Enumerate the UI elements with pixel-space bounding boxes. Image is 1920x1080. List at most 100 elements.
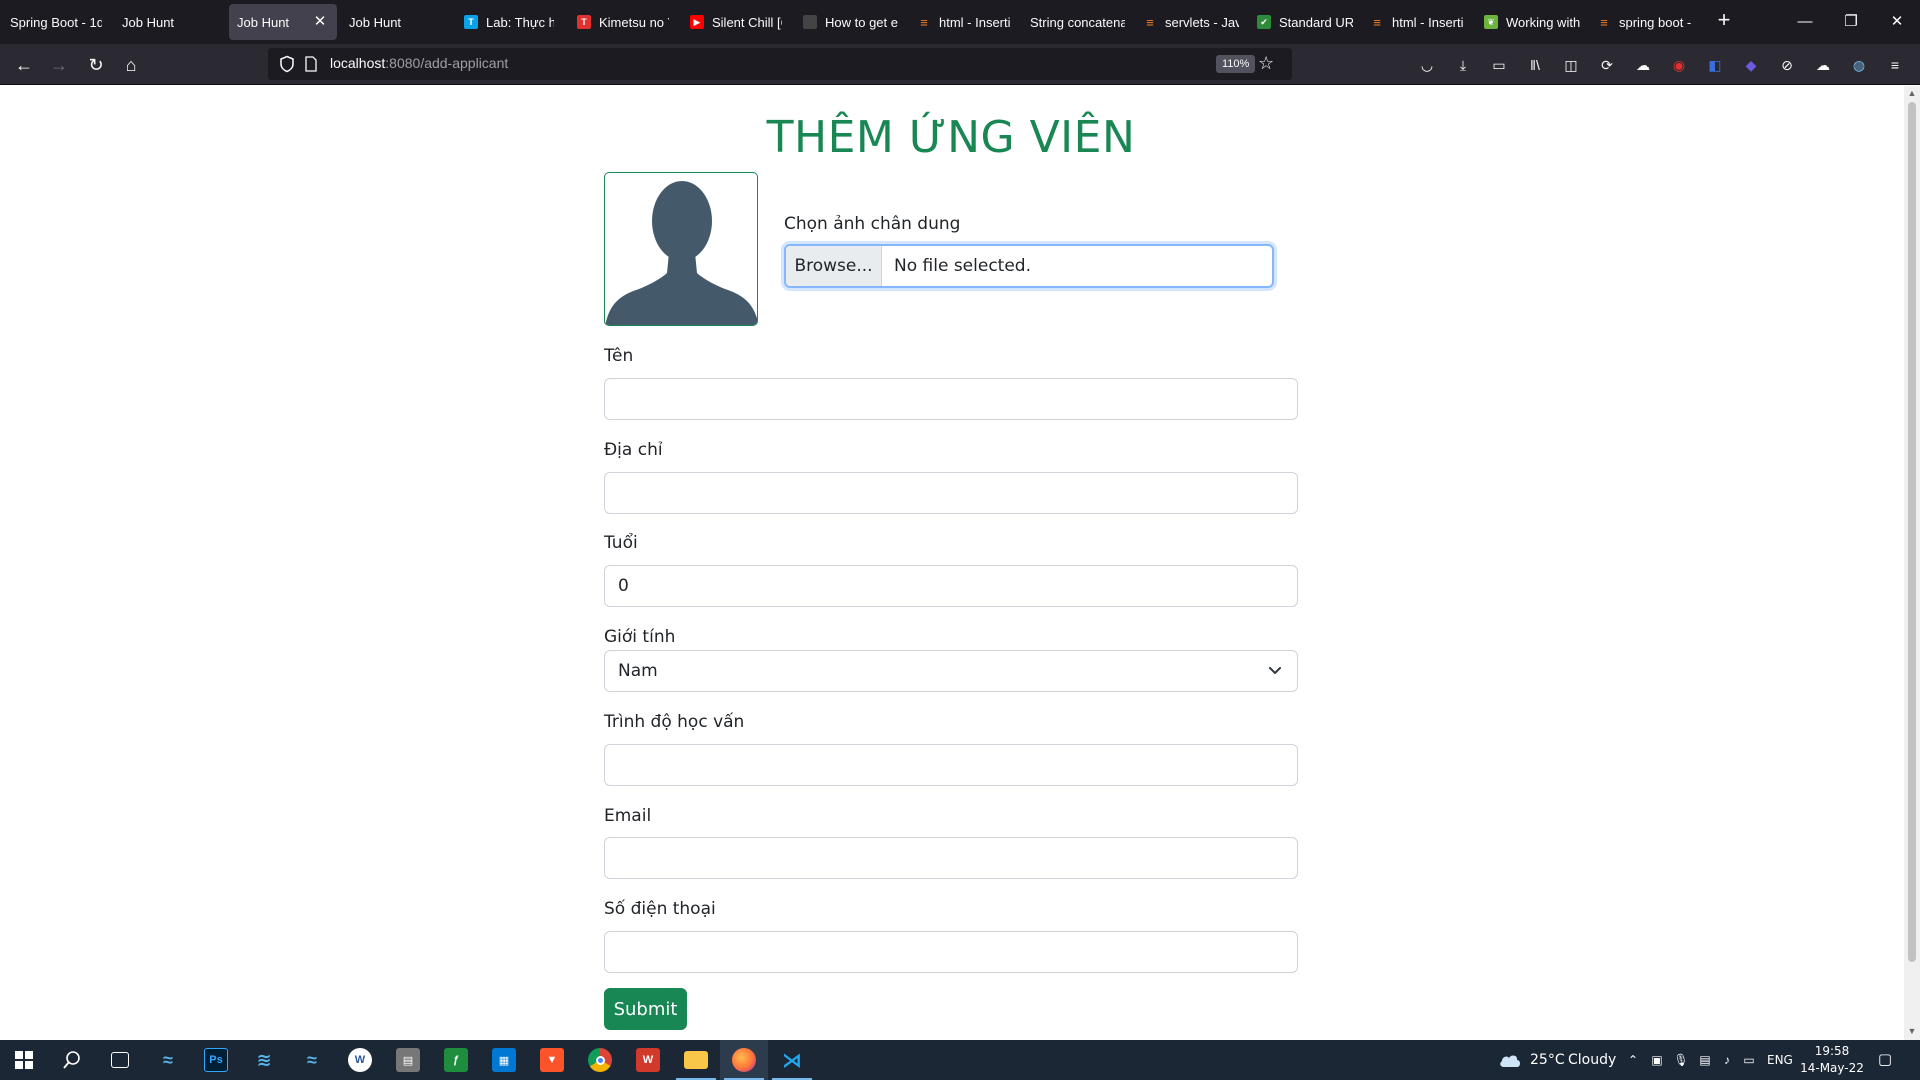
page-title: THÊM ỨNG VIÊN xyxy=(766,112,1136,163)
gender-select[interactable]: Nam xyxy=(604,650,1298,692)
weather-temp[interactable]: 25°C xyxy=(1530,1052,1565,1068)
browse-button[interactable]: Browse... xyxy=(786,246,882,286)
tab-html-inserting-1[interactable]: ≡ html - Inserti xyxy=(917,4,1011,40)
formula-glyph: ƒ xyxy=(444,1048,468,1072)
language-indicator[interactable]: ENG xyxy=(1767,1053,1793,1067)
restore-icon[interactable]: ❐ xyxy=(1836,8,1866,36)
page-scrollbar[interactable]: ▲ ▼ xyxy=(1904,86,1920,1040)
pocket-icon[interactable]: ◡ xyxy=(1418,56,1436,74)
microphone-icon[interactable]: 🎙︎ xyxy=(1673,1052,1689,1068)
clock[interactable]: 19:58 14-May-22 xyxy=(1800,1043,1864,1077)
name-input[interactable] xyxy=(604,378,1298,420)
tab-standard-url[interactable]: ✔ Standard URL xyxy=(1257,4,1353,40)
tab-title: Silent Chill [C xyxy=(712,14,782,30)
store-app-icon[interactable]: ▦ xyxy=(480,1040,528,1080)
ublock-icon[interactable]: ◉ xyxy=(1670,56,1688,74)
tray-keyboard-icon[interactable]: ▤ xyxy=(1697,1052,1713,1068)
scrollbar-thumb[interactable] xyxy=(1908,102,1916,962)
reload-icon[interactable]: ↻ xyxy=(84,53,108,77)
chrome-app-icon[interactable] xyxy=(576,1040,624,1080)
network-icon[interactable]: ▭ xyxy=(1741,1052,1757,1068)
address-input[interactable] xyxy=(604,472,1298,514)
page-icon xyxy=(305,56,317,72)
tab-title: How to get e xyxy=(825,14,898,30)
bookmark-star-icon[interactable]: ☆ xyxy=(1258,53,1274,74)
tab-how-to-get[interactable]: How to get e xyxy=(803,4,898,40)
tab-title: spring boot - xyxy=(1619,14,1692,30)
word-app-icon[interactable]: W xyxy=(336,1040,384,1080)
address-bar[interactable]: localhost:8080/add-applicant 110% ☆ xyxy=(268,48,1292,80)
tab-job-hunt-1[interactable]: Job Hunt xyxy=(122,4,212,40)
cloud-icon[interactable]: ☁ xyxy=(1814,56,1832,74)
tab-title: String concatenat xyxy=(1030,14,1125,30)
scroll-up-icon[interactable]: ▲ xyxy=(1907,88,1917,98)
zoom-indicator[interactable]: 110% xyxy=(1216,55,1256,73)
tab-title: html - Inserti xyxy=(1392,14,1464,30)
chevron-up-icon[interactable]: ⌃ xyxy=(1625,1052,1641,1068)
mysql-workbench-icon[interactable]: ≋ xyxy=(240,1040,288,1080)
word-glyph: W xyxy=(348,1048,372,1072)
library-icon[interactable]: ‖\ xyxy=(1526,56,1544,74)
portrait-file-input[interactable]: Browse... No file selected. xyxy=(784,244,1274,288)
close-window-icon[interactable]: ✕ xyxy=(1882,8,1912,36)
firefox-app-icon[interactable] xyxy=(720,1040,768,1080)
tab-lab[interactable]: T Lab: Thực hà xyxy=(464,4,554,40)
education-input[interactable] xyxy=(604,744,1298,786)
submit-button[interactable]: Submit xyxy=(604,988,687,1030)
volume-icon[interactable]: ♪ xyxy=(1719,1052,1735,1068)
sidebar-icon[interactable]: ◫ xyxy=(1562,56,1580,74)
home-icon[interactable]: ⌂ xyxy=(119,53,143,77)
tab-kimetsu[interactable]: T Kimetsu no Y xyxy=(577,4,669,40)
wps-app-icon[interactable]: W xyxy=(624,1040,672,1080)
tab-string-concat[interactable]: String concatenat xyxy=(1030,4,1125,40)
account-icon[interactable]: ◍ xyxy=(1850,56,1868,74)
email-label: Email xyxy=(604,806,652,826)
weather-desc[interactable]: Cloudy xyxy=(1568,1052,1616,1068)
tab-html-inserting-2[interactable]: ≡ html - Inserti xyxy=(1370,4,1466,40)
tab-working-with[interactable]: ❦ Working with xyxy=(1484,4,1580,40)
search-icon[interactable] xyxy=(48,1040,96,1080)
vpn-icon[interactable]: ⊘ xyxy=(1778,56,1796,74)
dolphin-app-icon[interactable]: ≈ xyxy=(144,1040,192,1080)
vscode-app-icon[interactable]: ⋊ xyxy=(768,1040,816,1080)
tab-spring-boot-so[interactable]: ≡ spring boot - xyxy=(1597,4,1693,40)
tab-silent-chill[interactable]: ▶ Silent Chill [C xyxy=(690,4,782,40)
brave-glyph: ▼ xyxy=(540,1048,564,1072)
menu-icon[interactable]: ≡ xyxy=(1886,56,1904,74)
url-text[interactable]: localhost:8080/add-applicant xyxy=(330,55,508,71)
back-icon[interactable]: ← xyxy=(12,53,36,77)
brave-app-icon[interactable]: ▼ xyxy=(528,1040,576,1080)
notification-icon[interactable]: ▢ xyxy=(1877,1052,1893,1068)
photoshop-icon[interactable]: Ps xyxy=(192,1040,240,1080)
tab-servlets[interactable]: ≡ servlets - Jav xyxy=(1143,4,1239,40)
extension-badge-icon[interactable]: ◆ xyxy=(1742,56,1760,74)
stackoverflow-icon: ≡ xyxy=(920,14,928,30)
tab-title: Standard URL xyxy=(1279,14,1353,30)
server-app-icon[interactable]: ▤ xyxy=(384,1040,432,1080)
screenshot-icon[interactable]: ▭ xyxy=(1490,56,1508,74)
minimize-icon[interactable]: — xyxy=(1790,8,1820,36)
photoshop-glyph: Ps xyxy=(204,1048,228,1072)
task-view-icon[interactable] xyxy=(96,1040,144,1080)
dolphin-2-app-icon[interactable]: ≈ xyxy=(288,1040,336,1080)
formula-app-icon[interactable]: ƒ xyxy=(432,1040,480,1080)
age-input[interactable]: 0 xyxy=(604,565,1298,607)
scroll-down-icon[interactable]: ▼ xyxy=(1907,1026,1917,1036)
sync-icon[interactable]: ⟳ xyxy=(1598,56,1616,74)
file-explorer-icon[interactable] xyxy=(672,1040,720,1080)
shield-icon[interactable] xyxy=(278,55,296,73)
tab-close-icon[interactable]: ✕ xyxy=(311,13,329,31)
tray-app-icon[interactable]: ▣ xyxy=(1649,1052,1665,1068)
start-button[interactable] xyxy=(0,1040,48,1080)
forward-icon[interactable]: → xyxy=(47,53,71,77)
tab-job-hunt-3[interactable]: Job Hunt xyxy=(349,4,449,40)
translate-icon[interactable]: ◧ xyxy=(1706,56,1724,74)
extension-icon[interactable]: ☁ xyxy=(1634,56,1652,74)
download-icon[interactable]: ⤓ xyxy=(1454,56,1472,74)
email-input[interactable] xyxy=(604,837,1298,879)
new-tab-icon[interactable]: + xyxy=(1712,9,1736,33)
phone-input[interactable] xyxy=(604,931,1298,973)
gender-label: Giới tính xyxy=(604,627,676,647)
tab-spring-boot[interactable]: Spring Boot - 1d\ xyxy=(10,4,102,40)
tab-job-hunt-active[interactable]: Job Hunt ✕ xyxy=(229,4,337,40)
